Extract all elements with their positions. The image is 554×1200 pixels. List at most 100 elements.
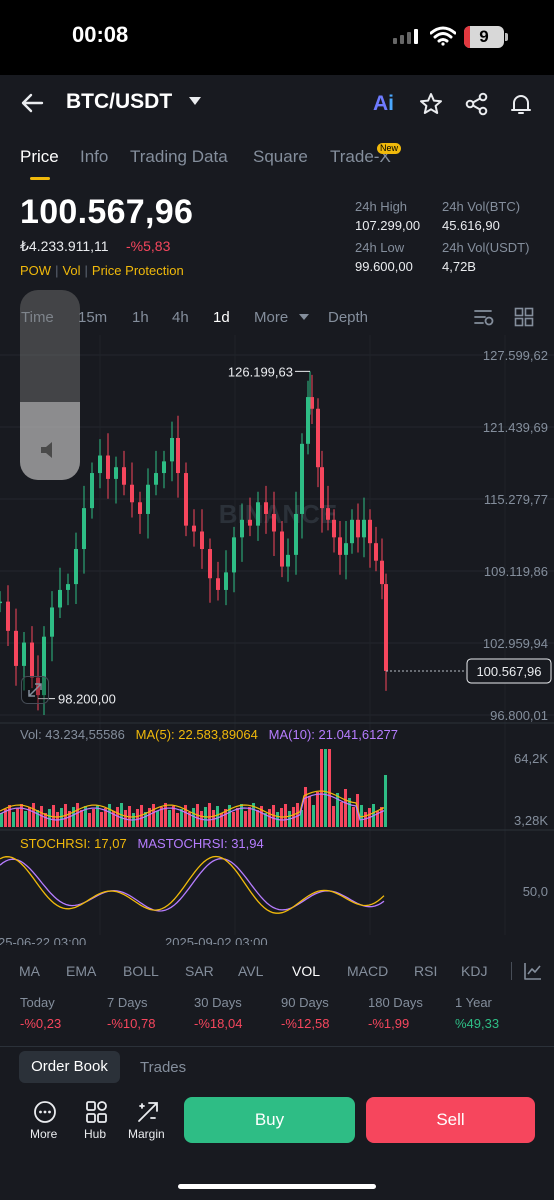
tag-price-protection[interactable]: Price Protection [92,263,184,278]
indicator-vol[interactable]: VOL [292,963,320,979]
timeframe-1d[interactable]: 1d [213,309,230,326]
candle-body [192,525,196,532]
volume-bar [324,749,327,827]
tag-pow[interactable]: POW [20,263,51,278]
indicator-ema[interactable]: EMA [66,963,96,979]
candle-body [170,437,174,462]
candle-body [130,484,134,503]
hub-button-label[interactable]: Hub [84,1127,106,1141]
more-dropdown-icon[interactable] [299,314,309,320]
indicator-boll[interactable]: BOLL [123,963,159,979]
candle-body [380,560,384,585]
chart-settings-icon[interactable] [473,307,495,327]
stat-24h-vol-btc-label: 24h Vol(BTC) [442,199,521,214]
indicator-divider [511,962,512,980]
star-icon[interactable] [419,92,443,116]
volume-bar [304,787,307,827]
volume-bar [344,789,347,827]
timeframe-15m[interactable]: 15m [78,309,107,326]
volume-bar [16,808,19,827]
current-price-tag-text: 100.567,96 [476,664,541,679]
performance-period-label: 1 Year [455,995,492,1010]
candle-body [306,397,310,444]
performance-period-label: Today [20,995,55,1010]
volume-bar [244,811,247,827]
tab-trading-data[interactable]: Trading Data [130,147,228,167]
indicator-sar[interactable]: SAR [185,963,214,979]
tab-square[interactable]: Square [253,147,308,167]
share-icon[interactable] [464,92,490,116]
status-time: 00:08 [72,22,129,47]
candle-body [256,502,260,526]
more-icon[interactable] [33,1100,57,1124]
timeframe-depth[interactable]: Depth [328,309,368,326]
stat-24h-high-label: 24h High [355,199,408,214]
candle-body [264,502,268,514]
performance-period-label: 90 Days [281,995,329,1010]
candle-body [248,519,252,526]
volume-bar [328,749,331,827]
indicator-settings-icon[interactable] [523,961,543,981]
price-change-percent: -%5,83 [126,238,171,254]
mastochrsi-line [0,857,385,912]
trading-pair-title[interactable]: BTC/USDT [66,90,172,114]
min-price-label: 98.200,00 [58,692,116,707]
indicator-macd[interactable]: MACD [347,963,388,979]
volume-bar [240,804,243,827]
back-arrow-icon[interactable] [20,92,44,114]
tab-order-book[interactable]: Order Book [19,1051,120,1083]
volume-bar [352,807,355,827]
timeframe-more[interactable]: More [254,309,288,326]
margin-icon[interactable] [136,1100,160,1124]
candle-body [66,584,70,590]
volume-bar [60,808,63,827]
ai-button[interactable]: Ai [373,92,394,116]
performance-period-value: -%12,58 [281,1016,330,1031]
candle-body [332,519,336,538]
volume-bar [8,805,11,827]
hub-icon[interactable] [85,1100,109,1124]
timeframe-1h[interactable]: 1h [132,309,149,326]
volume-bar [232,812,235,827]
candle-body [106,455,110,479]
volume-bar [52,805,55,827]
candle-body [294,513,298,555]
expand-chart-icon[interactable] [21,676,49,704]
volume-bar [100,812,103,827]
candle-body [362,519,366,538]
timeframe-4h[interactable]: 4h [172,309,189,326]
volume-bar [12,812,15,827]
candlestick-chart[interactable]: BINANCE 127.599,62 121.439,69 115.279,77 10… [0,335,554,945]
candle-body [356,519,360,538]
bell-icon[interactable] [509,92,533,116]
volume-bar [380,807,383,827]
candle-body [6,601,10,631]
battery-level: 9 [479,27,489,46]
more-button-label[interactable]: More [30,1127,57,1141]
tab-info[interactable]: Info [80,147,108,167]
pair-dropdown-icon[interactable] [189,97,201,105]
candle-body [122,467,126,485]
layout-grid-icon[interactable] [514,307,534,327]
sell-button[interactable]: Sell [366,1097,535,1143]
indicator-ma[interactable]: MA [19,963,40,979]
indicator-rsi[interactable]: RSI [414,963,437,979]
stat-24h-vol-usdt-label: 24h Vol(USDT) [442,240,530,255]
candle-body [22,642,26,666]
price-axis-label: 96.800,01 [490,708,548,723]
tab-price[interactable]: Price [20,147,59,167]
indicator-avl[interactable]: AVL [238,963,263,979]
margin-button-label[interactable]: Margin [128,1127,165,1141]
volume-legend: Vol: 43.234,55586 MA(5): 22.583,89064 MA… [20,727,399,742]
chart-watermark: BINANCE [219,499,337,529]
tag-vol[interactable]: Vol [62,263,80,278]
candle-body [368,519,372,544]
indicator-kdj[interactable]: KDJ [461,963,487,979]
volume-bar [320,749,323,827]
candle-body [14,630,18,666]
volume-bar [48,809,51,827]
candle-body [240,519,244,538]
buy-button[interactable]: Buy [184,1097,355,1143]
home-indicator[interactable] [178,1184,376,1189]
tab-trades[interactable]: Trades [140,1059,186,1076]
